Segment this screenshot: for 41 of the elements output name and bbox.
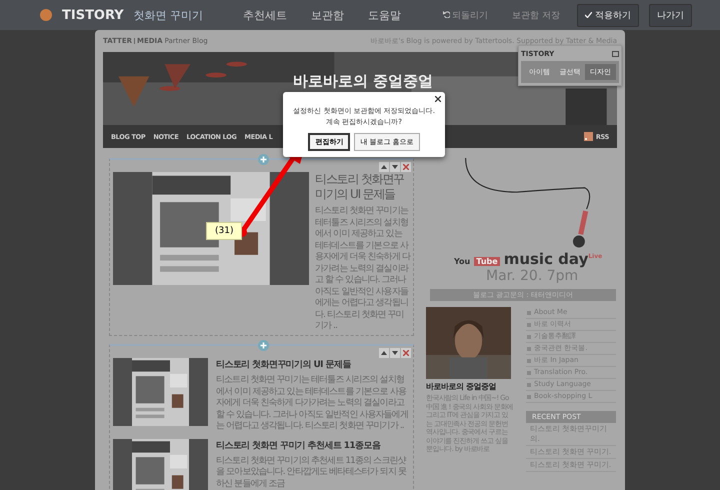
post-excerpt: 티스토리 첫화면 꾸미기의 추천세트 11종의 스크린샷을 모아보았습니다. 안타깝게도 베타테스터가 되지 못하신 분들에게 조금 [216,456,408,490]
app-title: 첫화면 꾸미기 [134,8,204,22]
blog-title: 바로바로의 중얼중얼 [293,72,434,91]
ad-brand: Tube [474,257,500,266]
profile-name: 바로바로의 중얼중얼 [426,381,497,392]
callout-label: (31) [206,222,242,240]
save-button[interactable]: 보관함 저장 [505,4,567,26]
close-button[interactable] [435,94,441,105]
move-up-button[interactable] [379,348,389,358]
add-icon[interactable] [258,154,269,165]
nav-link[interactable]: 보관함 [311,8,344,22]
bullet-icon [527,311,531,315]
undo-icon [443,10,450,18]
ad-brand: You [454,257,470,266]
check-icon [585,12,592,18]
move-down-button[interactable] [390,348,400,358]
nav-link[interactable]: 추천세트 [243,8,288,22]
bullet-icon [527,383,531,387]
bullet-icon [527,395,531,399]
bullet-icon [527,371,531,375]
minimize-icon[interactable] [612,50,619,56]
rss-icon [584,132,593,141]
apply-button[interactable]: 적용하기 [577,4,639,26]
logo: TISTORY [62,8,124,22]
post-title: 티스토리 첫화면 꾸미기 추천세트 11종모음 [216,440,382,452]
bullet-icon [527,323,531,327]
bullet-icon [527,359,531,363]
post-title: 티스토리 첫화면꾸미기의 UI 문제들 [216,359,352,371]
logo-icon [40,9,52,21]
nav-link[interactable]: 도움말 [368,8,402,22]
ad-title: music day$^{Live}$ [504,250,602,268]
post-excerpt: 티스토리 첫화면 꾸미기는 테터툴즈 시리즈의 설치형에서 이미 제공하고 있는 테터데스트를 기본으로 사용자에게 더욱 친숙하게 다가가려는 노력의 결실이라고 할 수 있습니다. 그러나 아직도 일반적인 사용자들에게는 어렵다고 생각됩니다. 티스토리 첫화면 꾸미기가 .. [315,206,410,332]
bullet-icon [527,347,531,351]
move-down-button[interactable] [390,162,400,172]
post-title: 티스토리 첫화면꾸미기의 UI 문제들 [315,172,406,202]
exit-button[interactable]: 나가기 [649,4,692,26]
post-excerpt: 티소트리 첫화면 꾸미기는 테터툴즈 시리즈의 설치형에서 이미 제공하고 있는 테터데스트를 기본으로 사용자에게 더욱 친숙하게 다가가려는 노력의 결실이라고 할 수 있습니다. 그러나 아직도 일반적인 사용자들에게는 어렵다고 생각됩니다. 티스토리 첫화면 꾸미기가 .. [216,375,409,432]
move-up-button[interactable] [379,162,389,172]
bullet-icon [527,335,531,339]
add-icon[interactable] [258,340,269,351]
undo-button[interactable]: 되돌리기 [436,4,496,26]
